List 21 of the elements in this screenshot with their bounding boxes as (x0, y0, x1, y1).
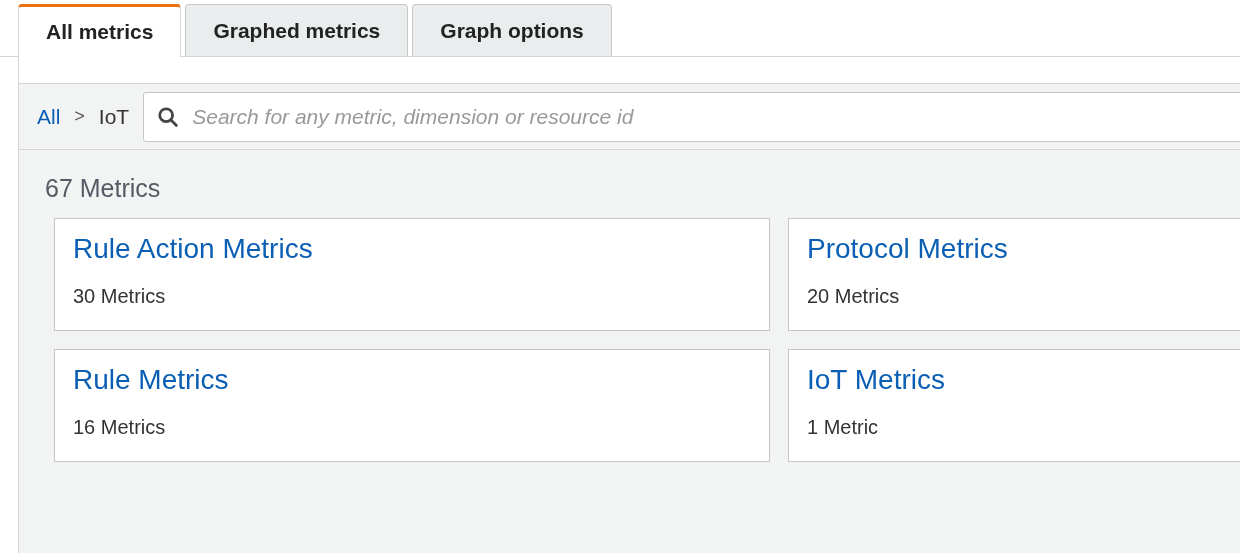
namespace-card[interactable]: Rule Metrics 16 Metrics (54, 348, 770, 462)
metric-total: 30 Metrics (73, 283, 167, 309)
tab[interactable]: Graphed metrics (185, 4, 409, 56)
search-icon (157, 105, 180, 128)
namespace-link[interactable]: IoT Metrics (807, 362, 1240, 397)
namespace-link[interactable]: Rule Metrics (73, 362, 751, 397)
metric-total: 16 Metrics (73, 414, 167, 440)
breadcrumb-link[interactable]: All (37, 100, 61, 133)
namespace-link[interactable]: Rule Action Metrics (73, 231, 751, 266)
namespace-card[interactable]: IoT Metrics 1 Metric (788, 348, 1240, 462)
tab[interactable]: Graph options (412, 4, 612, 56)
namespace-card[interactable]: Rule Action Metrics 30 Metrics (54, 217, 770, 331)
search-field[interactable]: Search for any metric, dimension or resource id (143, 91, 1240, 142)
tab[interactable]: All metrics (18, 4, 182, 57)
namespace-link[interactable]: Protocol Metrics (807, 231, 1240, 266)
breadcrumb-current: IoT (98, 103, 130, 130)
metric-total: 20 Metrics (807, 283, 901, 309)
metric-total: 1 Metric (807, 414, 880, 440)
metric-count: 67 Metrics (45, 173, 162, 204)
namespace-card[interactable]: Protocol Metrics 20 Metrics (788, 217, 1240, 331)
breadcrumb-separator: > (74, 105, 85, 128)
